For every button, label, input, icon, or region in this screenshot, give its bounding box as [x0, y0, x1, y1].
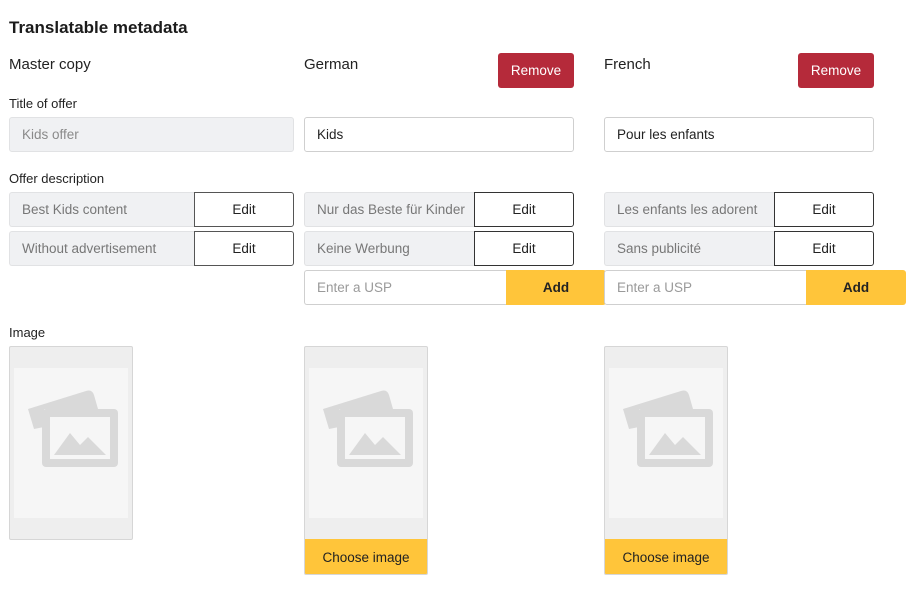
image-placeholder-icon: [323, 390, 413, 467]
french-usp-text: Les enfants les adorent: [604, 192, 774, 227]
french-usp-text: Sans publicité: [604, 231, 774, 266]
french-heading: French: [604, 56, 651, 73]
german-column: German Remove Nur das Beste für Kinder E…: [304, 0, 606, 612]
french-usp-input[interactable]: [604, 270, 806, 305]
french-usp-edit-button[interactable]: Edit: [774, 192, 874, 227]
german-usp-input[interactable]: [304, 270, 506, 305]
german-add-usp-button[interactable]: Add: [506, 270, 606, 305]
german-usp-edit-button[interactable]: Edit: [474, 231, 574, 266]
french-add-usp-button[interactable]: Add: [806, 270, 906, 305]
master-image-preview: [9, 346, 133, 540]
master-title-field: [9, 117, 294, 152]
german-title-field[interactable]: [304, 117, 574, 152]
master-usp-text: Best Kids content: [9, 192, 194, 227]
master-usp-edit-button[interactable]: Edit: [194, 231, 294, 266]
french-usp-row: Sans publicité Edit: [604, 231, 874, 266]
master-copy-heading: Master copy: [9, 56, 91, 73]
french-choose-image-button[interactable]: Choose image: [605, 539, 727, 574]
offer-description-label: Offer description: [9, 171, 105, 186]
german-image-preview: Choose image: [304, 346, 428, 575]
french-title-field[interactable]: [604, 117, 874, 152]
image-placeholder-icon: [28, 390, 118, 467]
german-choose-image-button[interactable]: Choose image: [305, 539, 427, 574]
german-usp-text: Nur das Beste für Kinder: [304, 192, 474, 227]
french-column: French Remove Les enfants les adorent Ed…: [604, 0, 906, 612]
french-image-preview: Choose image: [604, 346, 728, 575]
french-remove-button[interactable]: Remove: [798, 53, 874, 88]
french-usp-edit-button[interactable]: Edit: [774, 231, 874, 266]
image-placeholder-icon: [623, 390, 713, 467]
german-usp-row: Keine Werbung Edit: [304, 231, 574, 266]
german-usp-row: Nur das Beste für Kinder Edit: [304, 192, 574, 227]
title-of-offer-label: Title of offer: [9, 96, 77, 111]
french-usp-row: Les enfants les adorent Edit: [604, 192, 874, 227]
german-remove-button[interactable]: Remove: [498, 53, 574, 88]
german-usp-edit-button[interactable]: Edit: [474, 192, 574, 227]
master-usp-text: Without advertisement: [9, 231, 194, 266]
german-heading: German: [304, 56, 359, 73]
master-usp-row: Without advertisement Edit: [9, 231, 294, 266]
french-usp-add-row: Add: [604, 270, 906, 305]
master-usp-edit-button[interactable]: Edit: [194, 192, 294, 227]
german-usp-text: Keine Werbung: [304, 231, 474, 266]
german-usp-add-row: Add: [304, 270, 606, 305]
master-copy-column: Master copy Title of offer Offer descrip…: [9, 0, 294, 612]
image-label: Image: [9, 325, 46, 340]
master-usp-row: Best Kids content Edit: [9, 192, 294, 227]
